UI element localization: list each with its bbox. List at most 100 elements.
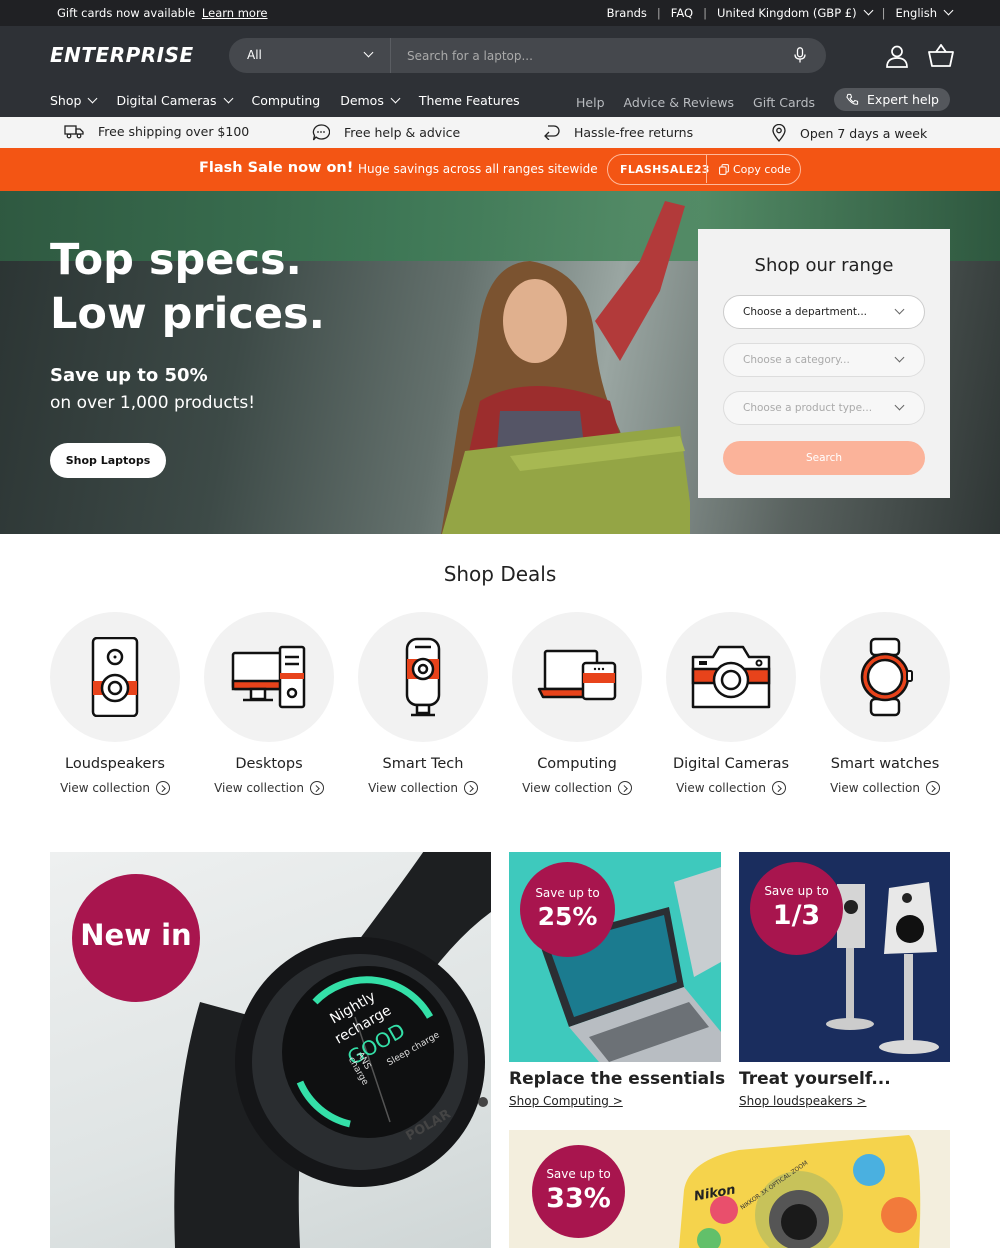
hero-line-2: Low prices. — [50, 289, 325, 339]
chevron-down-icon — [88, 93, 98, 104]
chevron-down-icon — [390, 93, 401, 104]
flash-sale-description: Huge savings across all ranges sitewide — [358, 162, 598, 176]
faq-link[interactable]: FAQ — [671, 6, 693, 20]
deal-icon-circle — [204, 612, 334, 742]
phone-icon — [846, 93, 859, 105]
promo-new-in-watch[interactable]: Nightly recharge GOOD ANS charge Sleep c… — [50, 852, 491, 1248]
divider — [706, 155, 707, 183]
hero-banner: Top specs. Low prices. Save up to 50% on… — [0, 191, 1000, 534]
view-collection-link[interactable]: View collection — [358, 781, 488, 795]
promo-speaker-image[interactable]: Save up to 1/3 — [739, 852, 950, 1062]
badge-top-text: Save up to — [546, 1167, 611, 1181]
truck-icon — [64, 125, 84, 139]
badge-top-text: Save up to — [764, 884, 829, 898]
help-link[interactable]: Help — [576, 90, 605, 110]
hero-photo-woman-with-laptop — [441, 201, 690, 534]
badge-value: 33% — [546, 1183, 611, 1214]
chat-icon — [312, 124, 330, 141]
announcement: Gift cards now available Learn more — [57, 6, 268, 20]
nav-label: Shop — [50, 93, 82, 108]
deal-smart-watches[interactable]: Smart watches View collection — [820, 612, 950, 795]
deal-computing[interactable]: Computing View collection — [512, 612, 642, 795]
divider: | — [656, 6, 661, 20]
view-collection-link[interactable]: View collection — [666, 781, 796, 795]
microphone-icon[interactable] — [794, 47, 806, 63]
department-select[interactable]: All — [229, 38, 391, 73]
shop-laptops-button[interactable]: Shop Laptops — [50, 443, 166, 478]
view-collection-link[interactable]: View collection — [50, 781, 180, 795]
usp-item: Free help & advice — [312, 124, 460, 141]
view-collection-link[interactable]: View collection — [204, 781, 334, 795]
deal-icon-circle — [666, 612, 796, 742]
watch-icon — [860, 637, 913, 717]
gift-cards-link[interactable]: Gift Cards — [753, 90, 815, 110]
usp-item: Free shipping over $100 — [64, 124, 249, 139]
badge-value: 1/3 — [772, 900, 821, 931]
view-collection-link[interactable]: View collection — [820, 781, 950, 795]
deal-digital-cameras[interactable]: Digital Cameras View collection — [666, 612, 796, 795]
location-pin-icon — [772, 124, 786, 142]
badge-text: New in — [80, 918, 192, 952]
view-collection-label: View collection — [214, 781, 304, 795]
arrow-right-circle-icon — [771, 781, 786, 795]
deal-desktops[interactable]: Desktops View collection — [204, 612, 334, 795]
discount-badge: Save up to 25% — [520, 862, 615, 957]
arrow-right-circle-icon — [463, 781, 478, 795]
promo-camera-image[interactable]: Nikon NIKKOR 3X OPTICAL ZOOM Save up to … — [509, 1130, 950, 1248]
brands-link[interactable]: Brands — [607, 6, 647, 20]
deal-loudspeakers[interactable]: Loudspeakers View collection — [50, 612, 180, 795]
nav-computing[interactable]: Computing — [252, 93, 321, 108]
nav-shop[interactable]: Shop — [50, 93, 98, 108]
usp-label: Free help & advice — [344, 125, 461, 140]
country-selector[interactable]: United Kingdom (GBP £) — [716, 5, 874, 20]
country-label: United Kingdom (GBP £) — [716, 6, 857, 20]
nav-label: Digital Cameras — [116, 93, 217, 108]
deal-smart-tech[interactable]: Smart Tech View collection — [358, 612, 488, 795]
view-collection-label: View collection — [60, 781, 150, 795]
copy-code-button[interactable]: Copy code — [719, 163, 791, 176]
basket-icon[interactable] — [928, 44, 954, 68]
department-dropdown[interactable]: Choose a department... — [723, 295, 925, 329]
advice-reviews-link[interactable]: Advice & Reviews — [624, 90, 735, 110]
account-icon[interactable] — [885, 44, 909, 68]
hero-heading: Top specs. Low prices. — [50, 233, 325, 341]
return-icon — [544, 125, 560, 140]
usp-item: Open 7 days a week — [772, 124, 927, 142]
copy-code-label: Copy code — [733, 163, 791, 176]
hero-subtext: on over 1,000 products! — [50, 393, 256, 413]
product-type-dropdown-label: Choose a product type... — [743, 402, 873, 414]
promo-laptop-image[interactable]: Save up to 25% — [509, 852, 721, 1062]
nav-demos[interactable]: Demos — [340, 93, 401, 108]
shop-deals-title: Shop Deals — [443, 562, 557, 586]
chevron-down-icon — [894, 400, 905, 411]
product-type-dropdown[interactable]: Choose a product type... — [723, 391, 925, 425]
range-search-button[interactable]: Search — [723, 441, 925, 475]
shop-loudspeakers-link[interactable]: Shop loudspeakers > — [739, 1094, 866, 1108]
hero-line-1: Top specs. — [50, 235, 302, 285]
chevron-down-icon — [943, 5, 954, 16]
hero-save-text: Save up to 50% — [50, 365, 208, 386]
learn-more-link[interactable]: Learn more — [202, 6, 268, 20]
deal-icon-circle — [358, 612, 488, 742]
search-input[interactable] — [399, 38, 759, 73]
deal-name: Loudspeakers — [65, 756, 165, 772]
nav-label: Demos — [340, 93, 384, 108]
view-collection-link[interactable]: View collection — [512, 781, 642, 795]
discount-code-box: FLASHSALE23 Copy code — [607, 154, 801, 185]
expert-help-button[interactable]: Expert help — [834, 88, 950, 111]
nav-digital-cameras[interactable]: Digital Cameras — [116, 93, 233, 108]
new-in-badge: New in — [72, 874, 200, 1002]
view-collection-label: View collection — [830, 781, 920, 795]
smart-speaker-icon — [405, 637, 441, 717]
language-label: English — [895, 6, 937, 20]
shop-computing-link[interactable]: Shop Computing > — [509, 1094, 623, 1108]
logo[interactable]: ENTERPRISE — [50, 43, 194, 67]
category-dropdown[interactable]: Choose a category... — [723, 343, 925, 377]
nav-theme-features[interactable]: Theme Features — [419, 93, 520, 108]
language-selector[interactable]: English — [895, 5, 954, 20]
badge-top-text: Save up to — [535, 886, 600, 900]
expert-help-label: Expert help — [867, 92, 939, 107]
promo-laptop-title: Replace the essentials — [509, 1069, 726, 1089]
chevron-down-icon — [363, 47, 374, 58]
secondary-nav: Help Advice & Reviews Gift Cards Expert … — [576, 88, 950, 111]
